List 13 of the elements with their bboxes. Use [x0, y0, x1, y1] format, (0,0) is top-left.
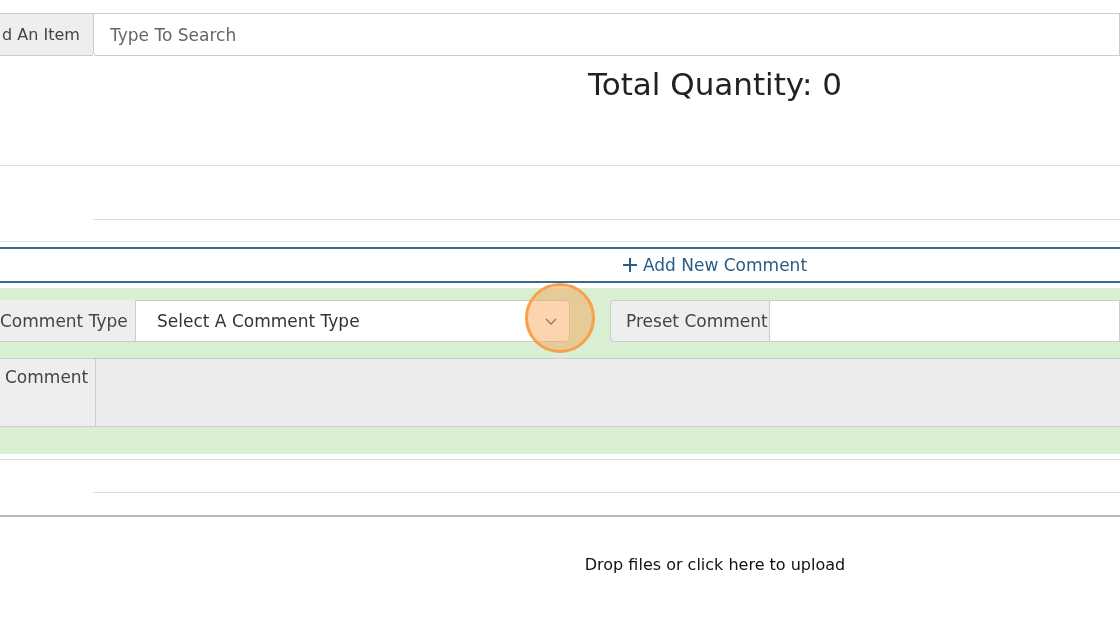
preset-comment-field[interactable]: [770, 300, 1120, 342]
comment-field[interactable]: [96, 359, 1120, 426]
add-item-label: d An Item: [0, 14, 93, 56]
upload-dropzone[interactable]: Drop files or click here to upload: [584, 555, 846, 574]
search-field[interactable]: Type To Search: [93, 14, 1120, 56]
total-quantity: Total Quantity: 0: [588, 65, 842, 102]
comment-type-select[interactable]: Select A Comment Type: [135, 300, 570, 342]
plus-icon: [622, 258, 637, 272]
chevron-down-icon: [545, 317, 557, 325]
comment-label: Comment: [0, 359, 96, 426]
preset-comment-label: Preset Comment: [610, 300, 770, 342]
comment-type-label: Comment Type: [0, 300, 135, 342]
add-comment-link[interactable]: Add New Comment: [622, 255, 808, 275]
